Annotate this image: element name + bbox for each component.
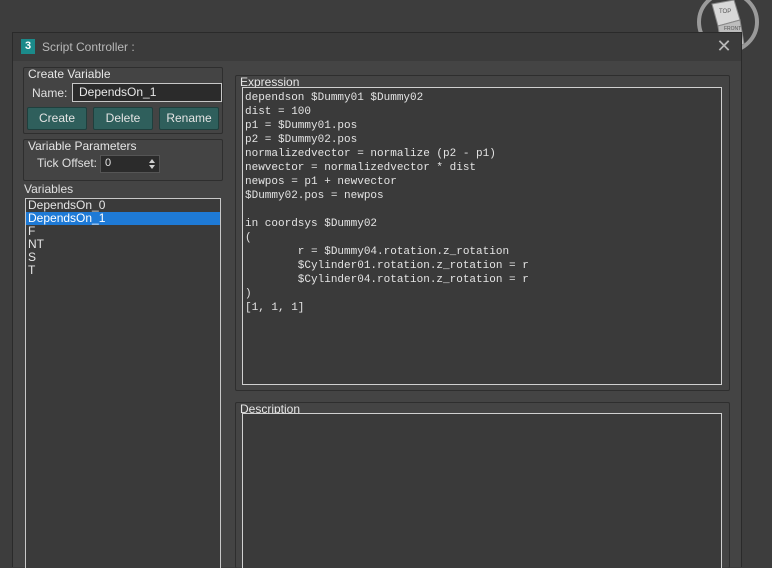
description-editor[interactable] xyxy=(242,413,722,568)
code-line: $Cylinder04.rotation.z_rotation = r xyxy=(245,274,529,286)
spinner-arrows-icon[interactable] xyxy=(148,157,156,171)
expression-code: dependson $Dummy01 $Dummy02 dist = 100 p… xyxy=(243,88,721,315)
script-controller-dialog: 3 Script Controller : ✕ Create Variable … xyxy=(12,32,742,568)
tick-offset-spinner[interactable]: 0 xyxy=(100,155,160,173)
variable-name-input[interactable]: DependsOn_1 xyxy=(72,83,222,102)
variables-label: Variables xyxy=(24,182,74,196)
code-line: $Cylinder01.rotation.z_rotation = r xyxy=(245,260,529,272)
code-line: normalizedvector = normalize (p2 - p1) xyxy=(245,148,496,160)
app-logo-icon: 3 xyxy=(21,39,35,54)
code-line: newpos = p1 + newvector xyxy=(245,176,397,188)
title-bar[interactable]: 3 Script Controller : ✕ xyxy=(13,33,741,61)
variable-item-f[interactable]: F xyxy=(26,225,220,238)
code-line: $Dummy02.pos = newpos xyxy=(245,190,384,202)
code-line: p2 = $Dummy02.pos xyxy=(245,134,358,146)
create-button[interactable]: Create xyxy=(27,107,87,130)
name-label: Name: xyxy=(32,86,68,100)
code-line: p1 = $Dummy01.pos xyxy=(245,120,358,132)
rename-button[interactable]: Rename xyxy=(159,107,219,130)
delete-button[interactable]: Delete xyxy=(93,107,153,130)
tick-offset-label: Tick Offset: xyxy=(37,156,98,170)
variable-item-nt[interactable]: NT xyxy=(26,238,220,251)
create-variable-label: Create Variable xyxy=(28,67,111,81)
variable-item-dependson-1[interactable]: DependsOn_1 xyxy=(26,212,220,225)
close-button[interactable]: ✕ xyxy=(715,37,733,55)
code-line: dependson $Dummy01 $Dummy02 xyxy=(245,92,424,104)
code-line: ( xyxy=(245,232,252,244)
variable-parameters-label: Variable Parameters xyxy=(28,139,137,153)
variables-list[interactable]: DependsOn_0 DependsOn_1 F NT S T xyxy=(25,198,221,568)
code-line: dist = 100 xyxy=(245,106,312,118)
code-line: in coordsys $Dummy02 xyxy=(245,218,378,230)
expression-editor[interactable]: dependson $Dummy01 $Dummy02 dist = 100 p… xyxy=(242,87,722,385)
code-line: newvector = normalizedvector * dist xyxy=(245,162,477,174)
variable-item-s[interactable]: S xyxy=(26,251,220,264)
code-line: ) xyxy=(245,288,252,300)
window-title: Script Controller : xyxy=(42,40,135,54)
tick-offset-value: 0 xyxy=(105,157,112,169)
variable-item-t[interactable]: T xyxy=(26,264,220,277)
viewcube-top-label: TOP xyxy=(719,9,731,15)
code-line: r = $Dummy04.rotation.z_rotation xyxy=(245,246,510,258)
code-line: [1, 1, 1] xyxy=(245,302,305,314)
